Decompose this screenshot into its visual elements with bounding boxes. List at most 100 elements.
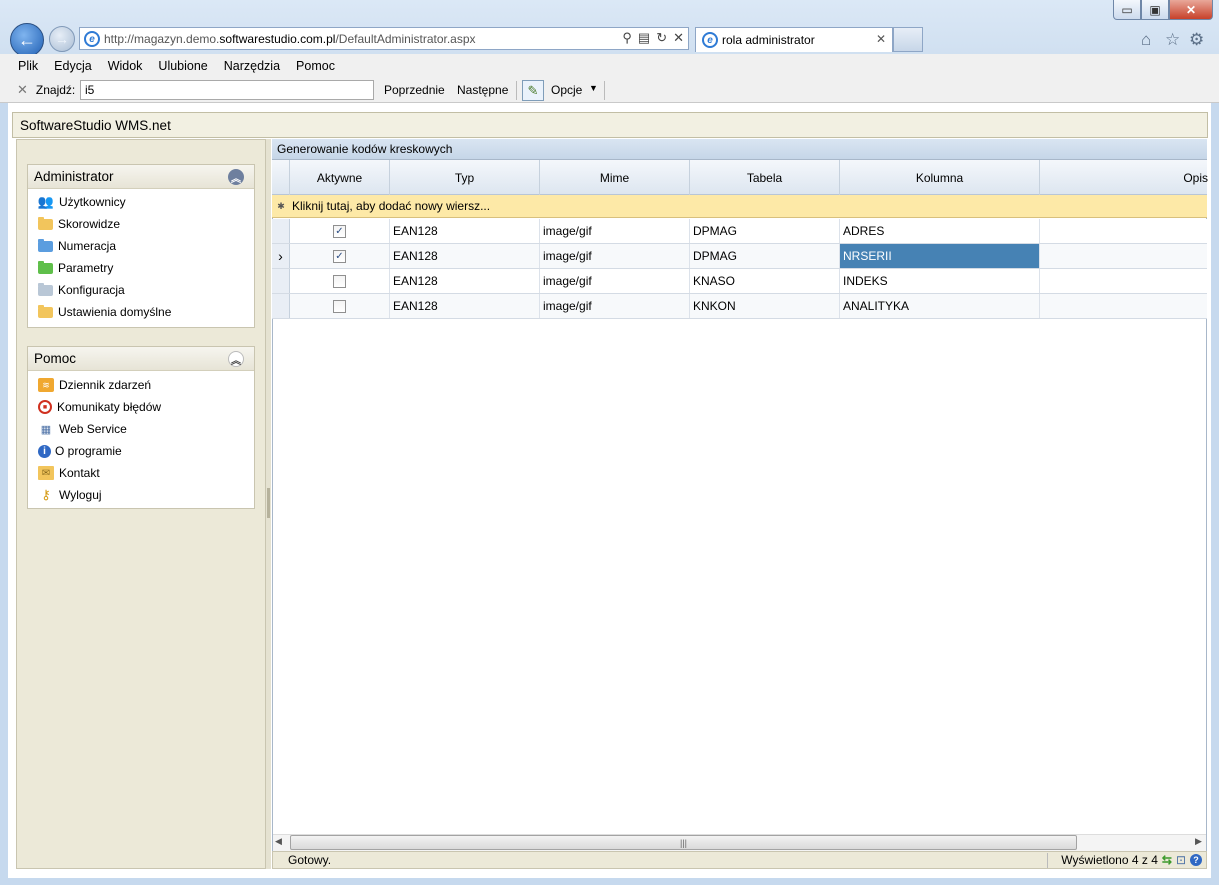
table-row[interactable]: EAN128 image/gif KNKON ANALITYKA [272,294,1207,319]
cell-opis[interactable] [1040,269,1206,293]
nav-item-numeracja[interactable]: Numeracja [28,235,254,257]
add-new-row[interactable]: ✱ Kliknij tutaj, aby dodać nowy wiersz..… [272,195,1207,218]
refresh-arrows-icon[interactable]: ⇆ [1162,853,1172,867]
menu-ulubione[interactable]: Ulubione [158,59,207,73]
search-icon[interactable]: ⚲ [622,30,632,46]
row-selector[interactable] [272,269,290,293]
nav-item-konfiguracja[interactable]: Konfiguracja [28,279,254,301]
menu-edycja[interactable]: Edycja [54,59,92,73]
cell-tabela[interactable]: DPMAG [690,219,840,243]
close-window-button[interactable]: ✕ [1169,0,1213,20]
nav-item-dziennik[interactable]: ≋ Dziennik zdarzeń [28,374,254,396]
compat-view-icon[interactable]: ▤ [638,30,650,46]
scroll-left-icon[interactable]: ◀ [275,836,282,847]
help-icon[interactable]: ? [1190,854,1202,866]
home-icon[interactable]: ⌂ [1141,30,1151,50]
nav-item-parametry[interactable]: Parametry [28,257,254,279]
cell-aktywne: ✓ [290,219,390,243]
cell-mime[interactable]: image/gif [540,244,690,268]
scroll-right-icon[interactable]: ▶ [1195,836,1202,847]
new-tab-button[interactable] [893,27,923,52]
favorites-star-icon[interactable]: ☆ [1165,30,1180,50]
export-icon[interactable]: ⊡ [1176,853,1186,867]
menu-plik[interactable]: Plik [18,59,38,73]
status-bar: Gotowy. Wyświetlono 4 z 4 ⇆ ⊡ ? [272,851,1207,869]
row-selector[interactable] [272,219,290,243]
nav-item-uzytkownicy[interactable]: 👥 Użytkownicy [28,191,254,213]
find-close-icon[interactable]: ✕ [17,82,28,98]
cell-kolumna[interactable]: NRSERII [840,244,1040,268]
column-header-mime[interactable]: Mime [540,160,690,195]
find-previous-button[interactable]: Poprzednie [384,83,445,97]
maximize-button[interactable]: ▣ [1141,0,1169,20]
menu-widok[interactable]: Widok [108,59,143,73]
collapse-up-icon[interactable]: ︽ [228,351,244,367]
scrollbar-thumb[interactable]: ||| [290,835,1077,850]
cell-mime[interactable]: image/gif [540,269,690,293]
find-next-button[interactable]: Następne [457,83,508,97]
highlight-pencil-icon[interactable]: ✎ [522,80,544,101]
options-dropdown-icon[interactable]: ▼ [589,83,598,93]
grid-header: Aktywne Typ Mime Tabela Kolumna Opis [272,160,1208,195]
settings-gear-icon[interactable]: ⚙ [1189,30,1204,50]
nav-item-skorowidze[interactable]: Skorowidze [28,213,254,235]
tab-ie-icon: e [702,32,718,48]
aktywne-checkbox[interactable]: ✓ [333,249,346,263]
cell-typ[interactable]: EAN128 [390,294,540,318]
find-input[interactable] [80,80,374,100]
cell-kolumna[interactable]: ANALITYKA [840,294,1040,318]
table-row[interactable]: ✓ EAN128 image/gif DPMAG ADRES [272,219,1207,244]
url-text[interactable]: http://magazyn.demo.softwarestudio.com.p… [104,32,476,46]
column-header-tabela[interactable]: Tabela [690,160,840,195]
aktywne-checkbox[interactable] [333,299,346,313]
nav-item-komunikaty[interactable]: ■ Komunikaty błędów [28,396,254,418]
cell-tabela[interactable]: KNKON [690,294,840,318]
nav-item-wyloguj[interactable]: ⚷ Wyloguj [28,484,254,506]
nav-item-ustawienia[interactable]: Ustawienia domyślne [28,301,254,323]
cell-mime[interactable]: image/gif [540,294,690,318]
find-options-button[interactable]: Opcje [551,83,582,97]
aktywne-checkbox[interactable]: ✓ [333,224,346,238]
cell-typ[interactable]: EAN128 [390,269,540,293]
refresh-icon[interactable]: ↻ [656,30,667,46]
cell-opis[interactable] [1040,244,1206,268]
cell-aktywne [290,294,390,318]
table-row[interactable]: › ✓ EAN128 image/gif DPMAG NRSERII [272,244,1207,269]
minimize-button[interactable]: ▭ [1113,0,1141,20]
column-header-aktywne[interactable]: Aktywne [290,160,390,195]
status-separator [1047,853,1048,868]
cell-opis[interactable] [1040,219,1206,243]
nav-item-web-service[interactable]: ▦ Web Service [28,418,254,440]
cell-typ[interactable]: EAN128 [390,244,540,268]
splitter-grip[interactable] [267,488,270,518]
tab-close-icon[interactable]: ✕ [876,32,886,46]
info-icon: i [38,444,51,458]
cell-typ[interactable]: EAN128 [390,219,540,243]
menu-narzedzia[interactable]: Narzędzia [224,59,280,73]
forward-arrow-icon: → [55,31,69,47]
row-selector[interactable] [272,294,290,318]
column-header-kolumna[interactable]: Kolumna [840,160,1040,195]
help-panel-header[interactable]: Pomoc ︽ [28,347,254,371]
cell-tabela[interactable]: KNASO [690,269,840,293]
row-selector[interactable]: › [272,244,290,268]
nav-item-kontakt[interactable]: ✉ Kontakt [28,462,254,484]
menu-pomoc[interactable]: Pomoc [296,59,335,73]
aktywne-checkbox[interactable] [333,274,346,288]
column-header-opis[interactable]: Opis [1040,160,1208,195]
administrator-panel-header[interactable]: Administrator ︽ [28,165,254,189]
stop-icon[interactable]: ✕ [673,30,684,46]
table-row[interactable]: EAN128 image/gif KNASO INDEKS [272,269,1207,294]
browser-tab[interactable]: e rola administrator ✕ [695,27,893,52]
collapse-up-icon[interactable]: ︽ [228,169,244,185]
column-header-typ[interactable]: Typ [390,160,540,195]
cell-tabela[interactable]: DPMAG [690,244,840,268]
cell-opis[interactable] [1040,294,1206,318]
cell-kolumna[interactable]: INDEKS [840,269,1040,293]
cell-kolumna[interactable]: ADRES [840,219,1040,243]
back-button[interactable]: ← [10,23,44,57]
address-bar[interactable]: e http://magazyn.demo.softwarestudio.com… [79,27,689,50]
cell-mime[interactable]: image/gif [540,219,690,243]
forward-button[interactable]: → [49,26,75,52]
nav-item-o-programie[interactable]: i O programie [28,440,254,462]
